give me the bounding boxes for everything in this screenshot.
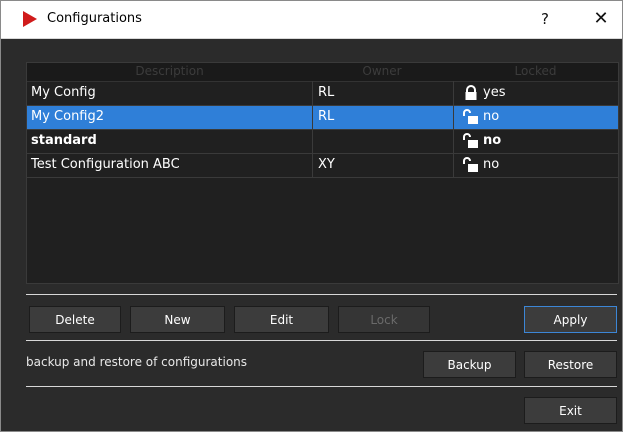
cell-owner: RL — [318, 85, 335, 100]
cell-locked: no — [483, 109, 500, 124]
table-row[interactable]: Test Configuration ABC XY no — [27, 154, 618, 178]
close-button[interactable]: ✕ — [581, 1, 621, 38]
cell-locked: yes — [483, 85, 506, 100]
restore-button[interactable]: Restore — [524, 351, 617, 378]
divider — [26, 386, 617, 387]
lock-open-icon — [463, 157, 478, 172]
table-row[interactable]: standard no — [27, 130, 618, 154]
lock-open-icon — [463, 133, 478, 148]
lock-open-icon — [463, 109, 478, 124]
cell-description: standard — [31, 133, 97, 148]
cell-description: My Config — [31, 85, 96, 100]
exit-button[interactable]: Exit — [524, 397, 617, 424]
cell-description: Test Configuration ABC — [31, 157, 180, 172]
app-logo-icon — [23, 11, 37, 27]
apply-button[interactable]: Apply — [524, 306, 617, 333]
header-owner[interactable]: Owner — [312, 64, 452, 78]
backup-restore-caption: backup and restore of configurations — [26, 355, 248, 369]
lock-button[interactable]: Lock — [338, 306, 430, 333]
cell-locked: no — [483, 157, 500, 172]
backup-button[interactable]: Backup — [423, 351, 516, 378]
new-button[interactable]: New — [130, 306, 225, 333]
table-row[interactable]: My Config RL yes — [27, 82, 618, 106]
configurations-dialog: Configurations ? ✕ Description Owner Loc… — [0, 0, 623, 432]
cell-owner: RL — [318, 109, 335, 124]
lock-closed-icon — [465, 85, 477, 100]
column-divider — [453, 81, 454, 177]
table-header: Description Owner Locked — [27, 63, 618, 82]
divider — [26, 340, 617, 341]
delete-button[interactable]: Delete — [29, 306, 121, 333]
edit-button[interactable]: Edit — [234, 306, 329, 333]
title-bar: Configurations ? ✕ — [1, 1, 622, 39]
help-button[interactable]: ? — [525, 1, 565, 38]
cell-owner: XY — [318, 157, 335, 172]
header-locked[interactable]: Locked — [453, 64, 618, 78]
window-title: Configurations — [47, 11, 142, 26]
table-row[interactable]: My Config2 RL no — [27, 106, 618, 130]
cell-description: My Config2 — [31, 109, 105, 124]
column-divider — [312, 81, 313, 177]
divider — [26, 294, 617, 295]
header-description[interactable]: Description — [27, 64, 312, 78]
cell-locked: no — [483, 133, 502, 148]
configurations-table[interactable]: Description Owner Locked My Config RL ye… — [26, 62, 619, 284]
